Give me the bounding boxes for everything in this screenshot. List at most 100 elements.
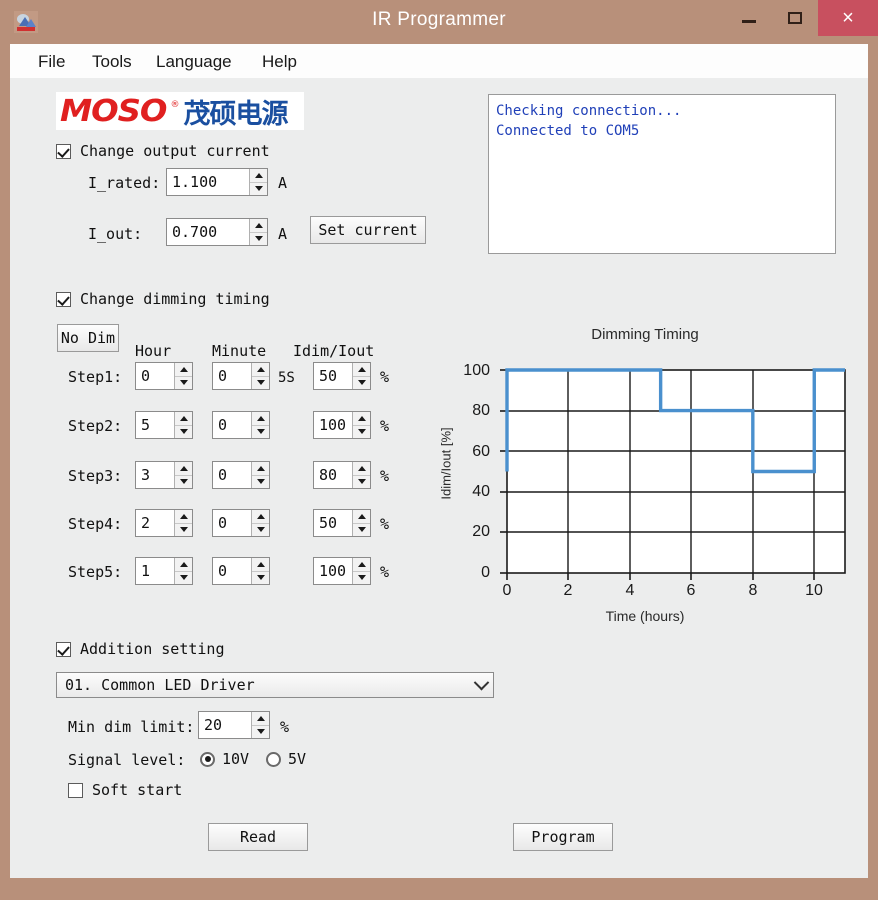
chevron-down-icon[interactable] [469, 680, 493, 691]
stepper-up-icon[interactable] [353, 510, 370, 524]
change-dimming-timing-checkbox[interactable]: Change dimming timing [56, 290, 270, 308]
step4-ratio-input[interactable]: 50 [313, 509, 371, 537]
step2-minute-input[interactable]: 0 [212, 411, 270, 439]
menu-item-tools[interactable]: Tools [86, 50, 138, 74]
signal-level-option-5v[interactable]: 5V [266, 750, 306, 768]
step1-minute-input[interactable]: 0 [212, 362, 270, 390]
step5-ratio-stepper[interactable] [352, 558, 370, 584]
stepper-down-icon[interactable] [353, 377, 370, 390]
step5-label: Step5: [68, 563, 122, 581]
step2-hour-input[interactable]: 5 [135, 411, 193, 439]
step3-minute-stepper[interactable] [251, 462, 269, 488]
step4-hour-input[interactable]: 2 [135, 509, 193, 537]
step3-hour-input[interactable]: 3 [135, 461, 193, 489]
menu-item-help[interactable]: Help [256, 50, 303, 74]
step2-hour-stepper[interactable] [174, 412, 192, 438]
step5-ratio-input[interactable]: 100 [313, 557, 371, 585]
stepper-down-icon[interactable] [252, 524, 269, 537]
menu-item-file[interactable]: File [32, 50, 71, 74]
stepper-up-icon[interactable] [252, 510, 269, 524]
step3-ratio-input[interactable]: 80 [313, 461, 371, 489]
step1-minute-stepper[interactable] [251, 363, 269, 389]
step3-minute-value: 0 [213, 462, 251, 488]
step4-hour-stepper[interactable] [174, 510, 192, 536]
stepper-up-icon[interactable] [353, 363, 370, 377]
step3-hour-stepper[interactable] [174, 462, 192, 488]
stepper-down-icon[interactable] [252, 572, 269, 585]
stepper-down-icon[interactable] [252, 476, 269, 489]
step4-minute-stepper[interactable] [251, 510, 269, 536]
menu-item-language[interactable]: Language [150, 50, 238, 74]
step2-ratio-stepper[interactable] [352, 412, 370, 438]
column-header-minute: Minute [212, 342, 266, 360]
i-out-stepper[interactable] [249, 219, 267, 245]
stepper-down-icon[interactable] [353, 426, 370, 439]
stepper-down-icon[interactable] [250, 183, 267, 196]
step1-ratio-input[interactable]: 50 [313, 362, 371, 390]
step5-hour-input[interactable]: 1 [135, 557, 193, 585]
change-output-current-checkbox[interactable]: Change output current [56, 142, 270, 160]
step5-hour-stepper[interactable] [174, 558, 192, 584]
i-out-input[interactable]: 0.700 [166, 218, 268, 246]
step2-ratio-input[interactable]: 100 [313, 411, 371, 439]
stepper-up-icon[interactable] [250, 219, 267, 233]
stepper-up-icon[interactable] [353, 462, 370, 476]
read-button[interactable]: Read [208, 823, 308, 851]
stepper-up-icon[interactable] [353, 412, 370, 426]
stepper-down-icon[interactable] [353, 572, 370, 585]
step5-minute-stepper[interactable] [251, 558, 269, 584]
stepper-down-icon[interactable] [250, 233, 267, 246]
stepper-up-icon[interactable] [175, 558, 192, 572]
change-dimming-timing-label: Change dimming timing [80, 290, 270, 308]
maximize-button[interactable] [772, 0, 818, 36]
stepper-up-icon[interactable] [252, 462, 269, 476]
step1-hour-stepper[interactable] [174, 363, 192, 389]
signal-level-label: Signal level: [68, 751, 185, 769]
stepper-up-icon[interactable] [252, 558, 269, 572]
driver-type-select[interactable]: 01. Common LED Driver [56, 672, 494, 698]
stepper-down-icon[interactable] [353, 524, 370, 537]
stepper-down-icon[interactable] [252, 426, 269, 439]
stepper-down-icon[interactable] [175, 426, 192, 439]
step4-ratio-stepper[interactable] [352, 510, 370, 536]
stepper-up-icon[interactable] [250, 169, 267, 183]
step1-ratio-stepper[interactable] [352, 363, 370, 389]
minimize-button[interactable] [726, 0, 772, 36]
soft-start-checkbox[interactable]: Soft start [68, 781, 182, 799]
stepper-down-icon[interactable] [252, 726, 269, 739]
step2-minute-stepper[interactable] [251, 412, 269, 438]
stepper-up-icon[interactable] [252, 363, 269, 377]
set-current-button[interactable]: Set current [310, 216, 426, 244]
stepper-down-icon[interactable] [175, 524, 192, 537]
stepper-up-icon[interactable] [175, 412, 192, 426]
stepper-down-icon[interactable] [353, 476, 370, 489]
status-log-box[interactable]: Checking connection... Connected to COM5 [488, 94, 836, 254]
stepper-down-icon[interactable] [175, 572, 192, 585]
stepper-up-icon[interactable] [252, 712, 269, 726]
no-dim-button[interactable]: No Dim [57, 324, 119, 352]
signal-level-option-10v[interactable]: 10V [200, 750, 249, 768]
step5-minute-input[interactable]: 0 [212, 557, 270, 585]
close-button[interactable]: × [818, 0, 878, 36]
step1-hour-input[interactable]: 0 [135, 362, 193, 390]
stepper-down-icon[interactable] [175, 377, 192, 390]
stepper-up-icon[interactable] [353, 558, 370, 572]
min-dim-limit-stepper[interactable] [251, 712, 269, 738]
i-rated-stepper[interactable] [249, 169, 267, 195]
addition-setting-checkbox[interactable]: Addition setting [56, 640, 225, 658]
stepper-up-icon[interactable] [175, 363, 192, 377]
stepper-down-icon[interactable] [252, 377, 269, 390]
stepper-up-icon[interactable] [175, 462, 192, 476]
step3-minute-input[interactable]: 0 [212, 461, 270, 489]
stepper-up-icon[interactable] [252, 412, 269, 426]
logo-registered-mark: ® [170, 100, 179, 110]
i-rated-input[interactable]: 1.100 [166, 168, 268, 196]
stepper-down-icon[interactable] [175, 476, 192, 489]
stepper-up-icon[interactable] [175, 510, 192, 524]
fade-time-label: 5S [278, 370, 295, 386]
min-dim-limit-label: Min dim limit: [68, 718, 194, 736]
min-dim-limit-input[interactable]: 20 [198, 711, 270, 739]
step3-ratio-stepper[interactable] [352, 462, 370, 488]
step4-minute-input[interactable]: 0 [212, 509, 270, 537]
program-button[interactable]: Program [513, 823, 613, 851]
